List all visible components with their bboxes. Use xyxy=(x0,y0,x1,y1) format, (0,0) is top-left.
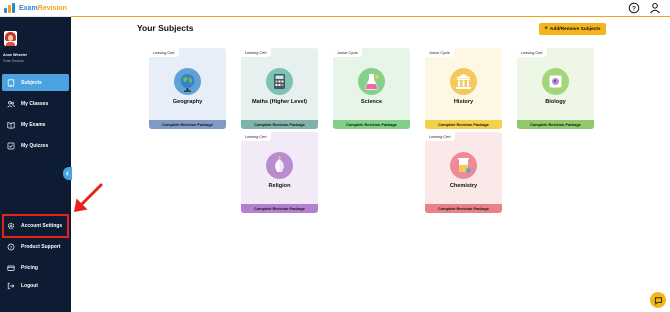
column-icon xyxy=(450,68,477,95)
add-remove-subjects-label: Add/Remove Subjects xyxy=(549,26,601,32)
user-role: Exam Revision xyxy=(3,59,25,63)
subject-name: Science xyxy=(360,99,383,105)
subject-name: Chemistry xyxy=(449,183,478,189)
flask-icon xyxy=(358,68,385,95)
subject-name: Maths (Higher Level) xyxy=(251,99,307,105)
sidebar-item-quizzes[interactable]: My Quizzes xyxy=(2,137,69,154)
sidebar-item-classes[interactable]: My Classes xyxy=(2,95,69,112)
brand-logo[interactable]: ExamRevision xyxy=(0,0,71,17)
subject-card-biology[interactable]: Leaving Cert Biology Complete Revision P… xyxy=(517,48,594,129)
subject-package-label: Complete Revision Package xyxy=(241,120,318,129)
sidebar-item-label: My Classes xyxy=(21,100,49,107)
subject-level-badge: Leaving Cert xyxy=(517,48,547,57)
plus-icon: + xyxy=(544,26,548,32)
subject-package-label: Complete Revision Package xyxy=(149,120,226,129)
sidebar: ExamRevision Anne Wheeler Exam Revision … xyxy=(0,0,71,312)
user-profile-icon[interactable] xyxy=(649,2,661,14)
subject-card-science[interactable]: Junior Cycle Science Complete Revision P… xyxy=(333,48,410,129)
help-circle-icon: ? xyxy=(7,243,15,251)
svg-text:?: ? xyxy=(10,244,13,249)
sidebar-item-label: Subjects xyxy=(21,79,42,86)
annotation-highlight-box xyxy=(2,214,69,238)
subject-level-badge: Leaving Cert xyxy=(425,132,455,141)
subject-card-geography[interactable]: Leaving Cert Geography Complete Revision… xyxy=(149,48,226,129)
subject-package-label: Complete Revision Package xyxy=(333,120,410,129)
logout-icon xyxy=(7,282,15,290)
add-remove-subjects-button[interactable]: + Add/Remove Subjects xyxy=(539,23,606,35)
book-icon xyxy=(7,121,15,129)
sidebar-item-label: Logout xyxy=(21,282,38,289)
sidebar-item-label: Product Support xyxy=(21,243,61,250)
subject-package-label: Complete Revision Package xyxy=(517,120,594,129)
subject-level-badge: Leaving Cert xyxy=(241,132,271,141)
subject-package-label: Complete Revision Package xyxy=(425,120,502,129)
subject-level-badge: Leaving Cert xyxy=(149,48,179,57)
credit-card-icon xyxy=(7,264,15,272)
svg-text:?: ? xyxy=(632,5,636,12)
avatar[interactable] xyxy=(4,31,17,46)
subject-package-label: Complete Revision Package xyxy=(425,204,502,213)
subject-card-history[interactable]: Junior Cycle History Complete Revision P… xyxy=(425,48,502,129)
subject-level-badge: Leaving Cert xyxy=(241,48,271,57)
subject-level-badge: Junior Cycle xyxy=(425,48,454,57)
subject-package-label: Complete Revision Package xyxy=(241,204,318,213)
subject-card-chemistry[interactable]: Leaving Cert Chemistry Complete Revision… xyxy=(425,132,502,213)
users-icon xyxy=(7,100,15,108)
subject-card-maths-higher-level[interactable]: Leaving Cert Maths (Higher Level) Comple… xyxy=(241,48,318,129)
subject-level-badge: Junior Cycle xyxy=(333,48,362,57)
sidebar-item-product-support[interactable]: ? Product Support xyxy=(2,238,69,255)
subject-name: Religion xyxy=(268,183,291,189)
sidebar-item-logout[interactable]: Logout xyxy=(2,277,69,294)
beaker-icon xyxy=(450,152,477,179)
sidebar-item-pricing[interactable]: Pricing xyxy=(2,259,69,276)
sidebar-item-label: My Exams xyxy=(21,121,46,128)
sidebar-item-label: My Quizzes xyxy=(21,142,49,149)
brand-name: ExamRevision xyxy=(19,4,67,12)
page-title: Your Subjects xyxy=(137,23,194,33)
chat-support-button[interactable] xyxy=(650,292,666,308)
subject-name: History xyxy=(453,99,474,105)
sidebar-collapse-button[interactable] xyxy=(63,167,72,180)
sidebar-item-label: Pricing xyxy=(21,264,38,271)
app-root: ExamRevision Anne Wheeler Exam Revision … xyxy=(0,0,670,312)
checkbox-icon xyxy=(7,142,15,150)
logo-bars-icon xyxy=(4,3,16,13)
top-bar xyxy=(71,0,670,17)
sidebar-item-subjects[interactable]: Subjects xyxy=(2,74,69,91)
annotation-arrow-icon xyxy=(74,183,103,212)
hands-icon xyxy=(266,152,293,179)
sidebar-item-exams[interactable]: My Exams xyxy=(2,116,69,133)
subject-name: Biology xyxy=(545,99,566,105)
chevron-left-icon xyxy=(65,171,69,176)
cell-icon xyxy=(542,68,569,95)
globe-icon xyxy=(174,68,201,95)
help-icon[interactable]: ? xyxy=(628,2,640,14)
subject-name: Geography xyxy=(172,99,203,105)
user-name: Anne Wheeler xyxy=(3,53,27,57)
subject-card-religion[interactable]: Leaving Cert Religion Complete Revision … xyxy=(241,132,318,213)
chat-bubble-icon xyxy=(654,296,662,305)
tablet-icon xyxy=(7,78,15,87)
calculator-icon xyxy=(266,68,293,95)
